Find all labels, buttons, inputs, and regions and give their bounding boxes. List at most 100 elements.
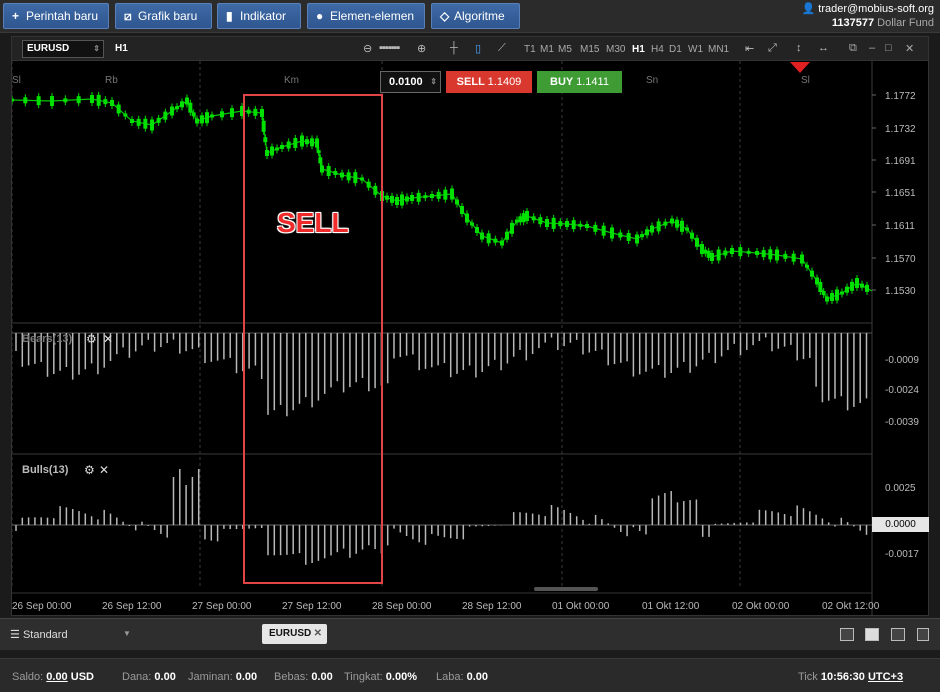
- new-order-button[interactable]: + Perintah baru: [3, 3, 109, 29]
- gear-icon[interactable]: ⚙: [84, 463, 95, 477]
- zero-price-label: 0.0000: [872, 517, 929, 532]
- elements-button[interactable]: ● Elemen-elemen: [307, 3, 425, 29]
- chart-header: EURUSD ⇕ H1 ⊖ ▪▪▪▪▪▪▪ ⊕ ┼ ▯ ⟋ T1 M1 M5 M15 M3…: [12, 37, 928, 61]
- price-tick-label: 1.1530: [885, 286, 916, 297]
- day-marker: Km: [284, 75, 299, 86]
- account-info[interactable]: 👤 trader@mobius-soft.org 1137577 Dollar …: [784, 2, 934, 30]
- account-number: 1137577: [831, 17, 875, 29]
- symbol-select[interactable]: EURUSD ⇕: [22, 40, 104, 58]
- time-tick-label: 28 Sep 00:00: [372, 601, 432, 612]
- menu-icon: ☰: [10, 629, 20, 641]
- timeframe-t1[interactable]: T1: [524, 44, 536, 55]
- day-marker: Sl: [12, 75, 21, 86]
- day-marker: Sn: [646, 75, 658, 86]
- symbol-tab[interactable]: EURUSD ✕: [262, 624, 327, 644]
- chevron-down-icon[interactable]: ▼: [123, 629, 131, 638]
- price-tick-label: 1.1611: [885, 221, 915, 232]
- close-icon[interactable]: ✕: [99, 463, 109, 477]
- order-icon[interactable]: ⇤: [745, 42, 754, 55]
- bears-tick-label: -0.0024: [885, 385, 919, 396]
- timeframe-h4[interactable]: H4: [651, 44, 664, 55]
- timeframe-w1[interactable]: W1: [688, 44, 703, 55]
- user-icon: 👤: [801, 3, 816, 15]
- bears-tick-label: -0.0009: [885, 355, 919, 366]
- time-tick-label: 27 Sep 00:00: [192, 601, 252, 612]
- timeframe-h1[interactable]: H1: [632, 44, 645, 55]
- expand-icon[interactable]: ⤢: [768, 42, 777, 55]
- lot-size-input[interactable]: 0.0100 ⇕: [380, 71, 441, 93]
- gear-icon[interactable]: ⚙: [86, 332, 97, 346]
- current-timeframe: H1: [115, 43, 128, 54]
- indicator-button[interactable]: ▮ Indikator: [217, 3, 301, 29]
- profit: Laba: 0.00: [436, 671, 489, 683]
- close-icon[interactable]: ✕: [103, 332, 113, 346]
- bears-label: Bears(13): [22, 333, 73, 345]
- free-margin: Bebas: 0.00: [274, 671, 333, 683]
- stepper-icon[interactable]: ⇕: [430, 72, 437, 92]
- layout-rows-icon[interactable]: [917, 628, 929, 641]
- chart-window: EURUSD ⇕ H1 ⊖ ▪▪▪▪▪▪▪ ⊕ ┼ ▯ ⟋ T1 M1 M5 M15 M3…: [11, 36, 929, 616]
- bar-chart-icon: ▮: [226, 9, 233, 23]
- balance: Saldo: 0.00 USD: [12, 671, 94, 683]
- bulls-tick-label: -0.0017: [885, 549, 919, 560]
- candle-type-icon[interactable]: ▯: [475, 42, 481, 55]
- chart-icon: ⧄: [124, 9, 132, 23]
- close-icon[interactable]: ✕: [905, 42, 914, 55]
- account-user: trader@mobius-soft.org: [818, 3, 934, 15]
- price-chart[interactable]: Sl Rb Km Sn Sl 1.1772 1.1732 1.1691 1.1651 1.1611…: [12, 61, 928, 616]
- price-tick-label: 1.1651: [885, 188, 916, 199]
- zoom-slider-icon[interactable]: ▪▪▪▪▪▪▪: [379, 42, 400, 54]
- zoom-out-icon[interactable]: ⊖: [363, 42, 372, 55]
- equity: Dana: 0.00: [122, 671, 176, 683]
- timeframe-m15[interactable]: M15: [580, 44, 599, 55]
- zoom-in-icon[interactable]: ⊕: [417, 42, 426, 55]
- margin: Jaminan: 0.00: [188, 671, 258, 683]
- pen-icon: ●: [316, 9, 324, 23]
- layout-select[interactable]: ☰ Standard: [10, 628, 68, 641]
- time-tick-label: 01 Okt 00:00: [552, 601, 610, 612]
- timeframe-m1[interactable]: M1: [540, 44, 554, 55]
- price-tick-label: 1.1732: [885, 124, 916, 135]
- time-tick-label: 26 Sep 00:00: [12, 601, 72, 612]
- buy-button[interactable]: BUY 1.1411: [537, 71, 622, 93]
- highlight-box: [243, 94, 383, 584]
- timeframe-d1[interactable]: D1: [669, 44, 682, 55]
- timeframe-m5[interactable]: M5: [558, 44, 572, 55]
- algorithm-button[interactable]: ◇ Algoritme: [431, 3, 520, 29]
- price-tick-label: 1.1772: [885, 91, 916, 102]
- account-fund: Dollar Fund: [877, 17, 934, 29]
- bar-type-icon[interactable]: ┼: [450, 42, 458, 54]
- bulls-tick-label: 0.0025: [885, 483, 916, 494]
- horizontal-line-icon[interactable]: ↔: [818, 42, 829, 54]
- timeframe-m30[interactable]: M30: [606, 44, 625, 55]
- bears-tick-label: -0.0039: [885, 417, 919, 428]
- top-toolbar: + Perintah baru ⧄ Grafik baru ▮ Indikator ●…: [0, 0, 940, 33]
- new-chart-button[interactable]: ⧄ Grafik baru: [115, 3, 212, 29]
- plus-icon: +: [12, 9, 20, 23]
- layout-columns-icon[interactable]: [891, 628, 905, 641]
- session-marker-icon: [790, 62, 810, 73]
- layout-single-icon[interactable]: [840, 628, 854, 641]
- detach-icon[interactable]: ⧉: [849, 42, 857, 55]
- close-icon[interactable]: ✕: [314, 624, 322, 644]
- day-marker: Rb: [105, 75, 118, 86]
- timeframe-mn1[interactable]: MN1: [708, 44, 729, 55]
- diamond-icon: ◇: [440, 9, 450, 23]
- timezone-link[interactable]: UTC+3: [868, 671, 903, 683]
- maximize-icon[interactable]: □: [885, 42, 892, 54]
- vertical-line-icon[interactable]: ↕: [796, 42, 802, 54]
- line-type-icon[interactable]: ⟋: [498, 42, 506, 55]
- horizontal-scrollbar: [534, 587, 598, 591]
- time-tick-label: 26 Sep 12:00: [102, 601, 162, 612]
- status-bar: Saldo: 0.00 USD Dana: 0.00 Jaminan: 0.00…: [0, 658, 940, 692]
- day-marker: Sl: [801, 75, 810, 86]
- time-tick-label: 28 Sep 12:00: [462, 601, 522, 612]
- margin-level: Tingkat: 0.00%: [344, 671, 417, 683]
- workspace-tabs: ☰ Standard ▼ EURUSD ✕: [0, 618, 940, 650]
- sell-button[interactable]: SELL 1.1409: [446, 71, 532, 93]
- layout-grid-icon[interactable]: [865, 628, 879, 641]
- minimize-icon[interactable]: ‒: [869, 42, 875, 54]
- time-tick-label: 02 Okt 00:00: [732, 601, 790, 612]
- price-tick-label: 1.1691: [885, 156, 916, 167]
- price-tick-label: 1.1570: [885, 254, 916, 265]
